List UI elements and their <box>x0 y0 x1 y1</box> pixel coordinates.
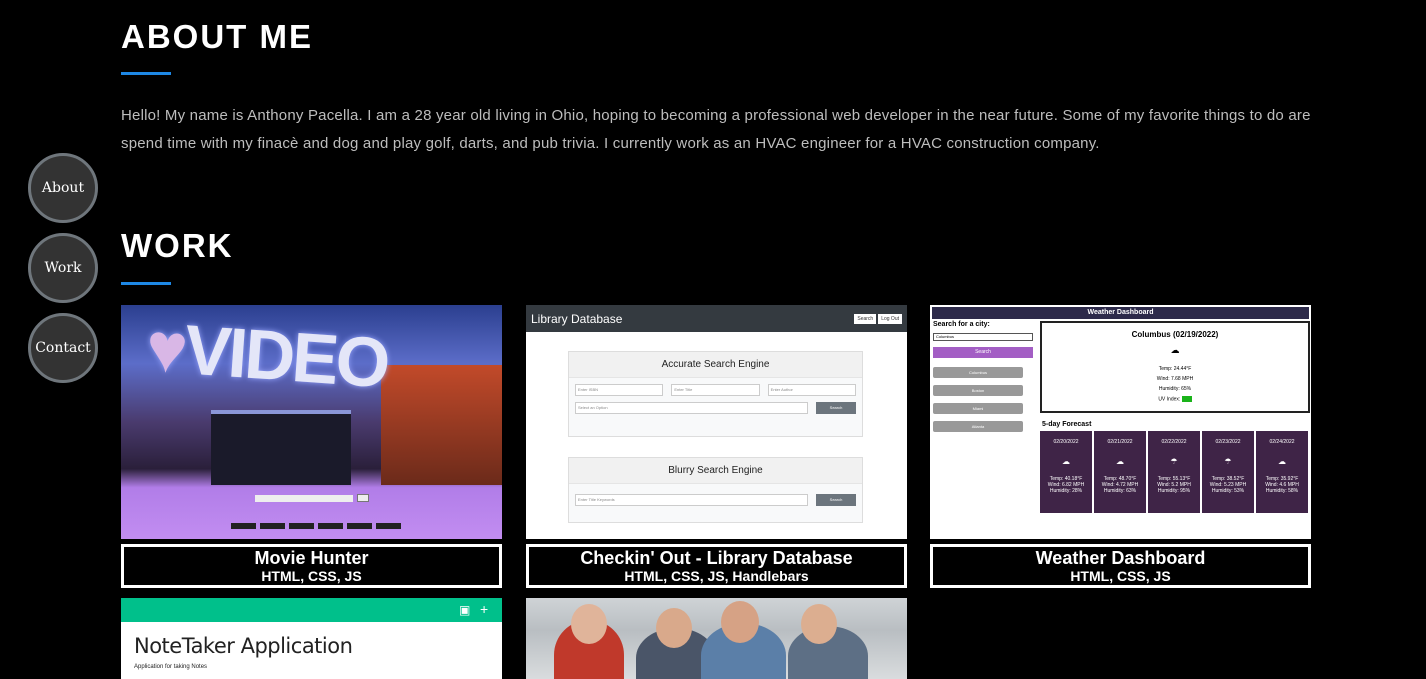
forecast-humidity: Humidity: 63% <box>1103 488 1137 494</box>
project-caption[interactable]: Movie Hunter HTML, CSS, JS <box>121 544 502 588</box>
thumb-forecast-label: 5-day Forecast <box>1042 421 1092 428</box>
thumb-city-button: Columbus <box>933 367 1023 378</box>
thumb-current-wind: Wind: 7.68 MPH <box>1156 376 1194 382</box>
thumb-app-title: NoteTaker Application <box>134 634 353 658</box>
forecast-date: 02/21/2022 <box>1107 439 1133 445</box>
rain-icon: ☂ <box>1170 457 1178 466</box>
project-caption[interactable]: Weather Dashboard HTML, CSS, JS <box>930 544 1311 588</box>
thumb-search-btn: Search <box>816 494 856 506</box>
plus-icon: + <box>480 601 489 617</box>
thumb-search-btn: Search <box>816 402 856 414</box>
heart-icon: ♥ <box>143 307 188 389</box>
save-icon: ▣ <box>459 603 471 617</box>
forecast-date: 02/23/2022 <box>1215 439 1241 445</box>
thumb-search-input <box>255 495 353 502</box>
project-card-weather-dashboard[interactable]: Weather Dashboard Search for a city: Col… <box>930 305 1311 588</box>
thumb-forecast-day: 02/23/2022 ☂ Temp: 38.52°F Wind: 5.23 MP… <box>1202 431 1254 513</box>
forecast-date: 02/22/2022 <box>1161 439 1187 445</box>
project-card-library-database[interactable]: Library Database Search Log Out Accurate… <box>526 305 907 588</box>
thumb-search-button <box>357 494 369 502</box>
thumb-keywords-field: Enter Title Keywords <box>575 494 808 506</box>
thumb-app-subtitle: Application for taking Notes <box>134 664 208 670</box>
about-heading: ABOUT ME <box>121 18 313 55</box>
photo-person-head <box>656 608 692 648</box>
nav-work-button[interactable]: Work <box>28 233 98 303</box>
thumb-title-field: Enter Title <box>671 384 760 396</box>
side-nav: About Work Contact <box>28 153 98 393</box>
thumb-city-button: Boston <box>933 385 1023 396</box>
about-underline <box>121 72 171 75</box>
project-card-movie-hunter[interactable]: ♥VIDEO Movie Hunter HTML, CSS, JS <box>121 305 502 588</box>
project-thumbnail-notetaker[interactable]: ▣ + NoteTaker Application Application fo… <box>121 598 502 679</box>
thumb-navbar: ▣ + <box>121 598 502 622</box>
work-underline <box>121 282 171 285</box>
project-thumbnail-movie-hunter[interactable]: ♥VIDEO <box>121 305 502 539</box>
thumb-genre-chips <box>231 523 401 529</box>
project-card-notetaker[interactable]: ▣ + NoteTaker Application Application fo… <box>121 598 502 679</box>
project-thumbnail-library[interactable]: Library Database Search Log Out Accurate… <box>526 305 907 539</box>
project-name: Weather Dashboard <box>1035 548 1206 568</box>
thumb-blurry-panel: Blurry Search Engine Enter Title Keyword… <box>568 457 863 523</box>
thumb-panel-title: Blurry Search Engine <box>569 458 862 484</box>
thumb-search-button: Search <box>854 313 877 324</box>
thumb-header: Weather Dashboard <box>932 307 1309 319</box>
thumb-search-label: Search for a city: <box>933 321 990 328</box>
thumb-forecast-day: 02/24/2022 ☁ Temp: 35.92°F Wind: 4.6 MPH… <box>1256 431 1308 513</box>
project-tech: HTML, CSS, JS <box>261 568 362 584</box>
cloud-icon: ☁ <box>1170 345 1180 355</box>
thumb-current-weather: Columbus (02/19/2022) ☁ Temp: 24.44°F Wi… <box>1040 321 1310 413</box>
thumb-video-sign: ♥VIDEO <box>144 307 390 404</box>
thumb-sign-text: VIDEO <box>182 310 390 403</box>
thumb-logout-button: Log Out <box>878 313 902 324</box>
forecast-humidity: Humidity: 28% <box>1049 488 1083 494</box>
forecast-date: 02/24/2022 <box>1269 439 1295 445</box>
project-tech: HTML, CSS, JS, Handlebars <box>624 568 809 584</box>
thumb-search-button: Search <box>933 347 1033 358</box>
thumb-panel-title: Accurate Search Engine <box>569 352 862 378</box>
thumb-current-title: Columbus (02/19/2022) <box>1131 330 1219 339</box>
thumb-navbar: Library Database Search Log Out <box>526 305 907 332</box>
photo-person-head <box>721 601 759 643</box>
cloud-icon: ☁ <box>1278 457 1286 466</box>
thumb-forecast-day: 02/22/2022 ☂ Temp: 55.13°F Wind: 5.2 MPH… <box>1148 431 1200 513</box>
thumb-uv-label: UV Index: <box>1158 396 1181 403</box>
about-text: Hello! My name is Anthony Pacella. I am … <box>121 107 1311 152</box>
thumb-city-button: Miami <box>933 403 1023 414</box>
thumb-storefront-right <box>381 365 502 485</box>
project-tech: HTML, CSS, JS <box>1070 568 1171 584</box>
forecast-date: 02/20/2022 <box>1053 439 1079 445</box>
thumb-app-title: Library Database <box>531 311 623 326</box>
photo-person-head <box>801 604 837 644</box>
project-name: Checkin' Out - Library Database <box>580 548 853 568</box>
cloud-icon: ☁ <box>1062 457 1070 466</box>
forecast-humidity: Humidity: 58% <box>1265 488 1299 494</box>
thumb-current-humidity: Humidity: 65% <box>1158 386 1192 392</box>
thumb-author-field: Enter Author <box>767 384 856 396</box>
thumb-forecast-day: 02/21/2022 ☁ Temp: 48.70°F Wind: 4.72 MP… <box>1094 431 1146 513</box>
project-caption[interactable]: Checkin' Out - Library Database HTML, CS… <box>526 544 907 588</box>
project-name: Movie Hunter <box>254 548 369 568</box>
cloud-icon: ☁ <box>1116 457 1124 466</box>
thumb-storefront <box>211 410 351 485</box>
rain-icon: ☂ <box>1224 457 1232 466</box>
thumb-forecast: 02/20/2022 ☁ Temp: 40.18°F Wind: 6.82 MP… <box>1040 431 1308 513</box>
thumb-accurate-panel: Accurate Search Engine Enter ISBN Enter … <box>568 351 863 437</box>
thumb-city-input: Columbus <box>933 333 1033 341</box>
thumb-isbn-field: Enter ISBN <box>575 384 664 396</box>
project-thumbnail-weather[interactable]: Weather Dashboard Search for a city: Col… <box>930 305 1311 539</box>
forecast-humidity: Humidity: 53% <box>1211 488 1245 494</box>
thumb-select-field: Select an Option <box>575 402 808 414</box>
thumb-city-button: Atlanta <box>933 421 1023 432</box>
photo-person-head <box>571 604 607 644</box>
thumb-current-temp: Temp: 24.44°F <box>1158 366 1192 372</box>
thumb-current-uv: UV Index: <box>1042 396 1308 402</box>
project-thumbnail-team-photo[interactable] <box>526 598 907 679</box>
work-heading: WORK <box>121 227 234 264</box>
forecast-humidity: Humidity: 95% <box>1157 488 1191 494</box>
project-card-team-photo[interactable] <box>526 598 907 679</box>
thumb-forecast-day: 02/20/2022 ☁ Temp: 40.18°F Wind: 6.82 MP… <box>1040 431 1092 513</box>
nav-contact-button[interactable]: Contact <box>28 313 98 383</box>
nav-about-button[interactable]: About <box>28 153 98 223</box>
uv-badge <box>1181 396 1192 402</box>
